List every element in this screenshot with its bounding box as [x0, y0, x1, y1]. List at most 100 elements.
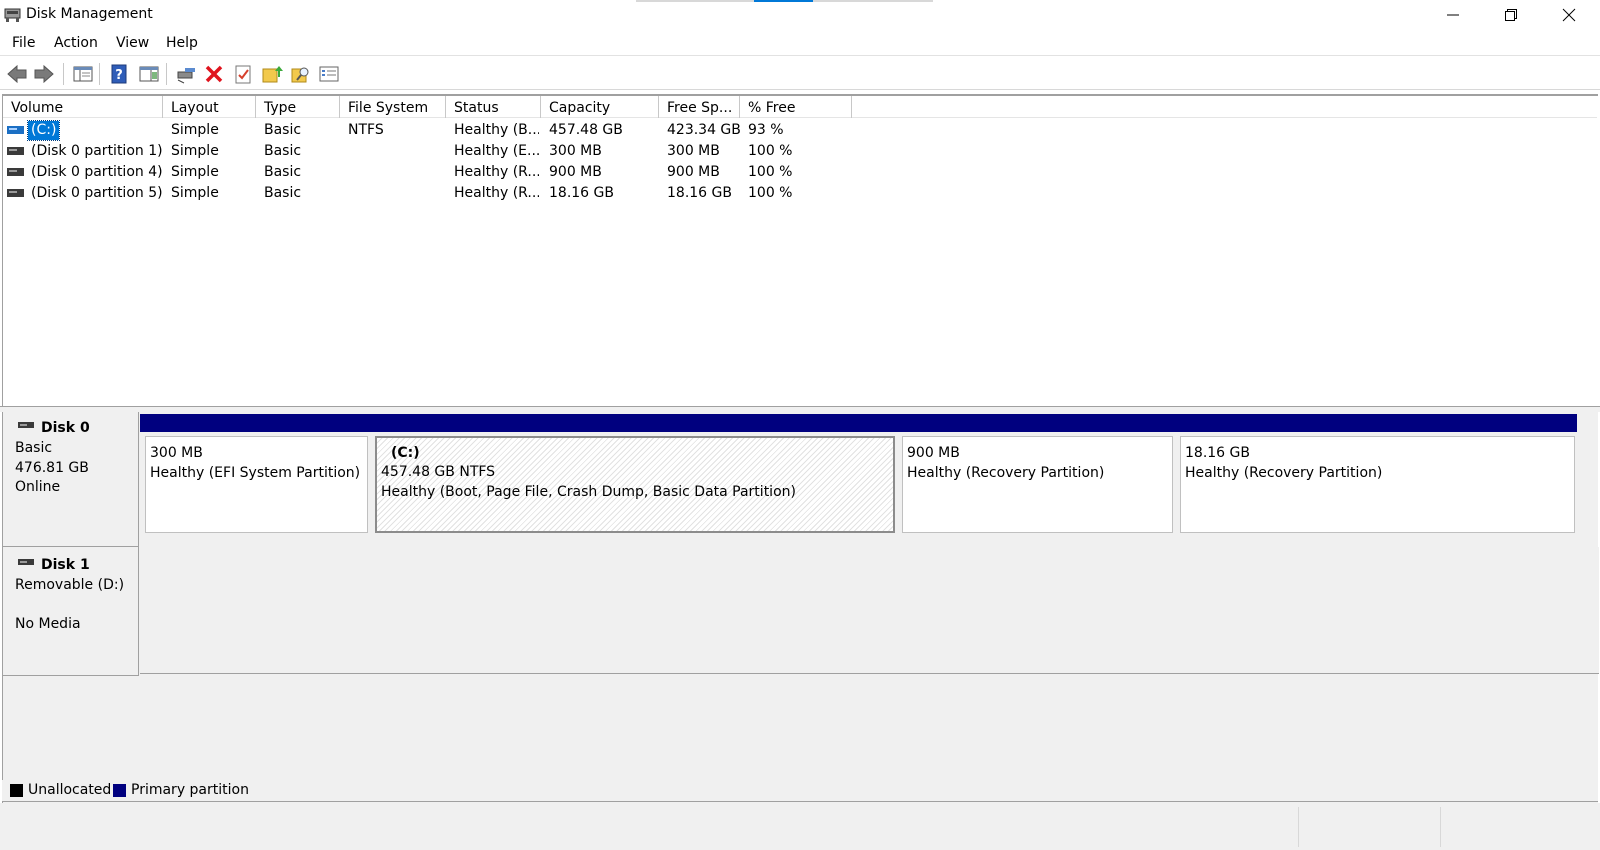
partition-block[interactable]: 300 MB Healthy (EFI System Partition) [140, 412, 370, 539]
column-header-file-system[interactable]: File System [340, 96, 446, 118]
disk-type: Removable (D:) [15, 577, 125, 593]
partition-status: Healthy (EFI System Partition) [150, 465, 361, 481]
checklist-icon [235, 65, 251, 84]
partition-size: 300 MB [150, 445, 203, 461]
list-view-icon [319, 66, 339, 82]
arrow-right-icon [34, 64, 54, 84]
partition-block-selected[interactable]: (C:) 457.48 GB NTFS Healthy (Boot, Page … [370, 412, 897, 539]
menu-view[interactable]: View [116, 35, 149, 51]
volume-layout: Simple [171, 143, 219, 159]
disk-state: Online [15, 479, 61, 495]
status-bar-separator [1440, 807, 1441, 847]
forward-button[interactable] [33, 63, 55, 85]
volume-row[interactable]: (Disk 0 partition 4) Simple Basic Health… [3, 162, 1597, 183]
volume-list-header: Volume Layout Type File System Status Ca… [3, 96, 1597, 118]
volume-free-space: 18.16 GB [667, 185, 732, 201]
column-header-free-space[interactable]: Free Sp... [659, 96, 740, 118]
properties-pane-icon [139, 66, 159, 82]
primary-partition-bar [370, 414, 897, 432]
volume-row[interactable]: (Disk 0 partition 5) Simple Basic Health… [3, 183, 1597, 204]
connect-virtual-disk-button[interactable] [175, 63, 197, 85]
partition-size: 18.16 GB [1185, 445, 1250, 461]
volume-row[interactable]: (C:) Simple Basic NTFS Healthy (B... 457… [3, 120, 1597, 141]
volume-name: (Disk 0 partition 5) [31, 185, 163, 201]
legend-label: Unallocated [28, 782, 112, 798]
volume-list: Volume Layout Type File System Status Ca… [2, 94, 1598, 406]
help-button[interactable]: ? [108, 63, 130, 85]
removable-disk-icon [18, 559, 34, 565]
partition-block[interactable]: 900 MB Healthy (Recovery Partition) [897, 412, 1175, 539]
disk-key-icon [177, 68, 195, 84]
volume-percent-free: 100 % [748, 185, 793, 201]
volume-status: Healthy (E... [454, 143, 539, 159]
primary-partition-bar [897, 414, 1175, 432]
volume-free-space: 423.34 GB [667, 122, 741, 138]
volume-row[interactable]: (Disk 0 partition 1) Simple Basic Health… [3, 141, 1597, 162]
minimize-icon [1447, 14, 1459, 16]
volume-drive-icon [7, 147, 24, 155]
open-folder-button[interactable] [261, 63, 283, 85]
check-properties-button[interactable] [232, 63, 254, 85]
disk-management-app-icon [4, 8, 21, 22]
close-icon [1562, 8, 1576, 22]
title-bar-accent-line [754, 0, 813, 2]
disk-state: No Media [15, 616, 81, 632]
volume-name: (Disk 0 partition 1) [31, 143, 163, 159]
column-header-status[interactable]: Status [446, 96, 541, 118]
volume-free-space: 900 MB [667, 164, 720, 180]
minimize-button[interactable] [1424, 0, 1482, 30]
volume-layout: Simple [171, 122, 219, 138]
volume-type: Basic [264, 122, 302, 138]
delete-x-icon [205, 65, 223, 83]
partition-size: 457.48 GB NTFS [381, 464, 496, 480]
title-bar-tab-line-2 [813, 0, 933, 2]
volume-name: (C:) [26, 120, 61, 141]
menu-bar: File Action View Help [0, 32, 1600, 56]
disk-name: Disk 1 [41, 557, 90, 573]
toolbar-separator [166, 63, 167, 85]
volume-capacity: 900 MB [549, 164, 602, 180]
menu-file[interactable]: File [12, 35, 35, 51]
toolbar-separator [63, 63, 64, 85]
disk-label-disk-0[interactable]: Disk 0 Basic 476.81 GB Online [3, 412, 139, 547]
partition-body: 300 MB Healthy (EFI System Partition) [145, 436, 368, 533]
restore-button[interactable] [1482, 0, 1540, 30]
volume-free-space: 300 MB [667, 143, 720, 159]
show-hide-console-tree-button[interactable] [72, 63, 94, 85]
disk-row-disk-1: Disk 1 Removable (D:) No Media [3, 547, 1599, 676]
primary-partition-bar [140, 414, 370, 432]
column-header-percent-free[interactable]: % Free [740, 96, 852, 118]
column-header-capacity[interactable]: Capacity [541, 96, 659, 118]
legend-label: Primary partition [131, 782, 249, 798]
folder-up-icon [262, 66, 283, 83]
window-title: Disk Management [26, 6, 153, 22]
primary-partition-swatch [113, 784, 126, 797]
status-bar [0, 803, 1600, 850]
close-button[interactable] [1540, 0, 1598, 30]
menu-action[interactable]: Action [54, 35, 98, 51]
disk-label-disk-1[interactable]: Disk 1 Removable (D:) No Media [3, 547, 139, 676]
properties-pane-button[interactable] [138, 63, 160, 85]
column-header-layout[interactable]: Layout [163, 96, 256, 118]
volume-capacity: 457.48 GB [549, 122, 623, 138]
volume-percent-free: 93 % [748, 122, 784, 138]
volume-capacity: 18.16 GB [549, 185, 614, 201]
back-button[interactable] [6, 63, 28, 85]
partition-body: 18.16 GB Healthy (Recovery Partition) [1180, 436, 1575, 533]
search-folder-button[interactable] [290, 63, 312, 85]
menu-help[interactable]: Help [166, 35, 198, 51]
partition-title: (C:) [391, 445, 420, 461]
volume-type: Basic [264, 164, 302, 180]
column-header-type[interactable]: Type [256, 96, 340, 118]
view-list-button[interactable] [318, 63, 340, 85]
volume-file-system: NTFS [348, 122, 384, 138]
partition-status: Healthy (Recovery Partition) [907, 465, 1105, 481]
column-header-volume[interactable]: Volume [3, 96, 163, 118]
volume-type: Basic [264, 143, 302, 159]
delete-button[interactable] [203, 63, 225, 85]
primary-partition-bar [1175, 414, 1577, 432]
volume-percent-free: 100 % [748, 164, 793, 180]
disk-name: Disk 0 [41, 420, 90, 436]
partition-block[interactable]: 18.16 GB Healthy (Recovery Partition) [1175, 412, 1577, 539]
disk-graphical-pane: Disk 0 Basic 476.81 GB Online 300 MB Hea… [2, 412, 1599, 815]
